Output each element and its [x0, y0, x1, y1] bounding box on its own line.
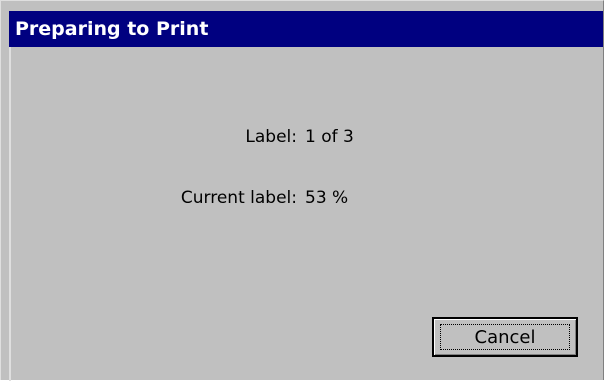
label-count-value: 1 of 3 — [305, 127, 354, 147]
window-title: Preparing to Print — [9, 11, 603, 47]
dialog-left-edge — [9, 47, 11, 381]
cancel-button[interactable]: Cancel — [432, 317, 578, 357]
label-count-row: Label: 1 of 3 — [1, 127, 605, 151]
current-label-row: Current label: 53 % — [1, 188, 605, 212]
current-label-value: 53 % — [305, 188, 349, 208]
label-count-caption: Label: — [245, 127, 297, 147]
print-progress-dialog: Preparing to Print Label: 1 of 3 Current… — [0, 0, 605, 381]
current-label-caption: Current label: — [180, 188, 297, 208]
cancel-button-label: Cancel — [474, 327, 536, 348]
label-count-caption-box: Label: — [1, 127, 297, 151]
label-count-value-box: 1 of 3 — [305, 127, 455, 151]
current-label-caption-box: Current label: — [1, 188, 297, 212]
current-label-value-box: 53 % — [305, 188, 455, 212]
